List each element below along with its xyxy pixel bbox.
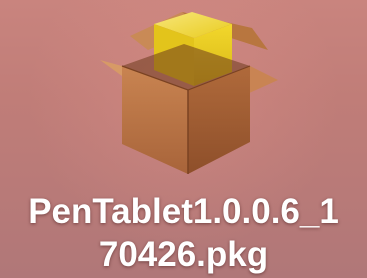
package-installer-icon[interactable] <box>82 4 287 179</box>
desktop-file-item[interactable]: PenTablet1.0.0.6_1 70426.pkg <box>0 0 367 278</box>
file-name-label[interactable]: PenTablet1.0.0.6_1 70426.pkg <box>0 190 367 276</box>
desktop: PenTablet1.0.0.6_1 70426.pkg <box>0 0 367 278</box>
file-name-line-2: 70426.pkg <box>98 235 269 274</box>
file-name-line-1: PenTablet1.0.0.6_1 <box>28 192 339 231</box>
